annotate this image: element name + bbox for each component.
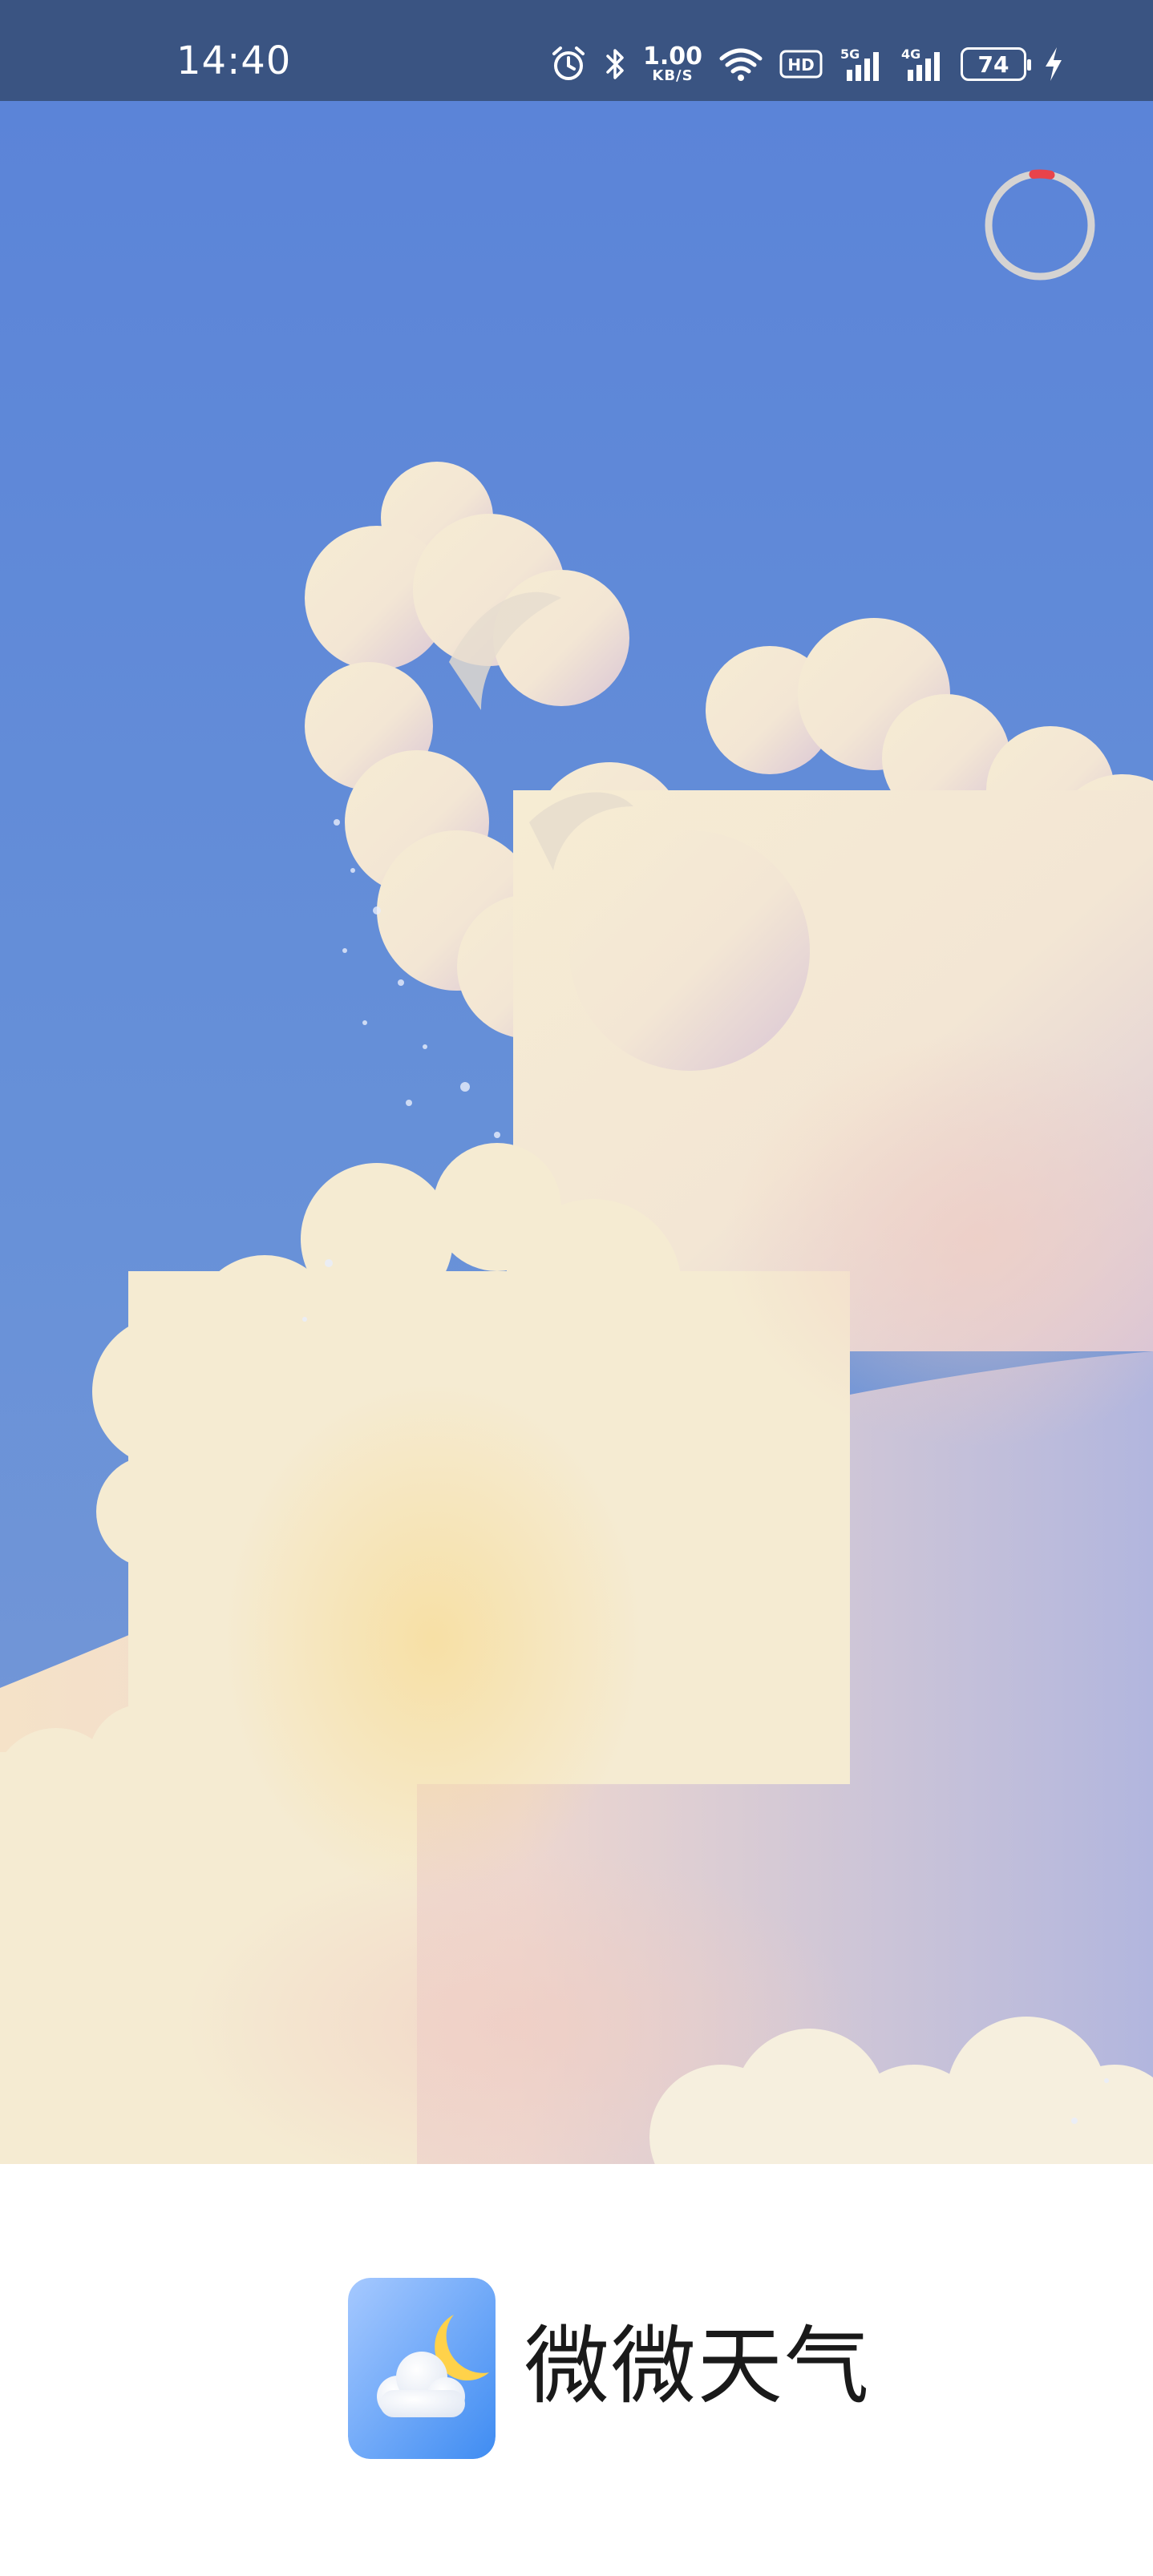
- countdown-ring-icon: [985, 169, 1095, 281]
- bluetooth-icon: [603, 46, 627, 83]
- app-name: 微微天气: [524, 2317, 871, 2416]
- brand-footer: 微微天气: [0, 2164, 1153, 2576]
- battery-level: 74: [977, 50, 1009, 78]
- network-speed-unit: KB/S: [652, 67, 694, 84]
- svg-text:5G: 5G: [840, 46, 860, 62]
- app-logo-icon: [348, 2278, 496, 2459]
- network-speed-value: 1.00: [642, 42, 702, 71]
- battery-icon: 74: [961, 47, 1031, 81]
- splash-background-image: [0, 101, 1153, 2164]
- status-time: 14:40: [176, 38, 292, 83]
- charging-icon: [1042, 46, 1065, 83]
- network-speed: 1.00 KB/S: [642, 42, 702, 84]
- status-bar: 14:40 1.00 KB/S HD 5G 4G 74: [0, 0, 1153, 101]
- alarm-icon: [550, 46, 587, 83]
- signal-4g-icon: 4G: [900, 46, 945, 83]
- skip-countdown-button[interactable]: [980, 165, 1100, 285]
- hd-icon: HD: [779, 48, 823, 80]
- status-icons: 1.00 KB/S HD 5G 4G 74: [550, 42, 1065, 87]
- svg-text:HD: HD: [787, 55, 814, 75]
- wifi-icon: [718, 46, 763, 83]
- signal-5g-icon: 5G: [839, 46, 884, 83]
- svg-text:4G: 4G: [901, 46, 920, 62]
